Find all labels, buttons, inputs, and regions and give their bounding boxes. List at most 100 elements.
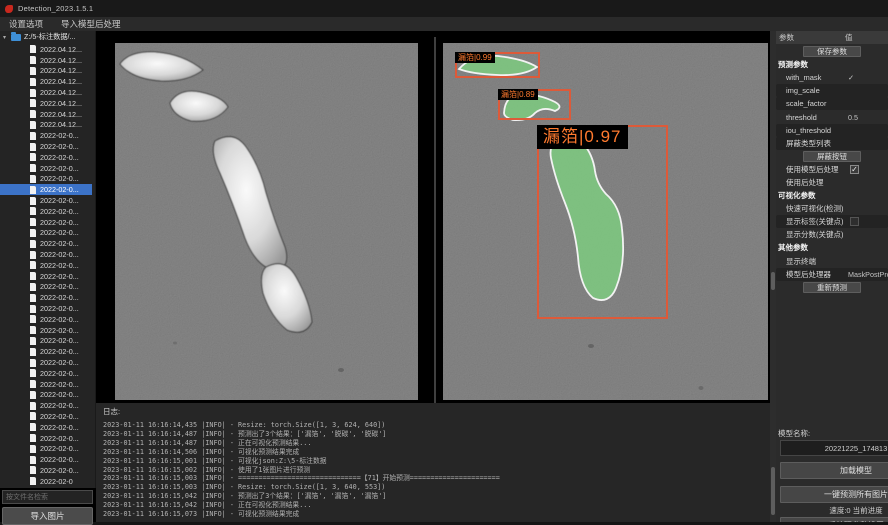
tree-item-file[interactable]: 2022-02-0... <box>0 433 92 444</box>
param-value[interactable]: MaskPostPro <box>848 270 888 279</box>
scrollbar-thumb[interactable] <box>771 467 775 515</box>
tree-item-file[interactable]: 2022-02-0... <box>0 260 92 271</box>
param-row[interactable]: iou_threshold <box>776 124 888 137</box>
tree-item-file[interactable]: 2022-02-0... <box>0 174 92 185</box>
param-row[interactable]: scale_factor <box>776 97 888 110</box>
param-row[interactable]: img_scale <box>776 84 888 97</box>
file-icon <box>30 456 36 464</box>
param-row[interactable]: 保存参数 <box>776 45 888 58</box>
param-value[interactable]: ✓ <box>848 73 854 82</box>
tree-item-file[interactable]: 2022-02-0... <box>0 336 92 347</box>
param-row[interactable]: 屏蔽类型列表 <box>776 137 888 150</box>
menu-item[interactable]: 设置选项 <box>0 17 52 31</box>
tree-item-file[interactable]: 2022-02-0... <box>0 228 92 239</box>
param-row[interactable]: 可视化参数 <box>776 189 888 202</box>
tree-item-file[interactable]: 2022.04.12... <box>0 109 92 120</box>
tree-item-file[interactable]: 2022-02-0... <box>0 303 92 314</box>
param-row[interactable]: 显示标签(关键点) <box>776 215 888 228</box>
tree-item-file[interactable]: 2022-02-0... <box>0 163 92 174</box>
tree-item-file[interactable]: 2022-02-0... <box>0 271 92 282</box>
param-row[interactable]: 重新预测 <box>776 281 888 294</box>
tree-item-file[interactable]: 2022-02-0... <box>0 206 92 217</box>
file-icon <box>30 240 36 248</box>
tree-item-file[interactable]: 2022-02-0... <box>0 217 92 228</box>
tree-item-file[interactable]: 2022-02-0... <box>0 292 92 303</box>
tree-item-label: 2022-02-0... <box>40 466 79 475</box>
tree-item-file[interactable]: 2022-02-0... <box>0 130 92 141</box>
tree-root-folder[interactable]: ▾ Z:/5-标注数据/... <box>0 31 95 43</box>
tree-item-file[interactable]: 2022-02-0... <box>0 184 92 195</box>
param-row[interactable]: 屏蔽按钮 <box>776 150 888 163</box>
model-name-field[interactable]: 20221225_174813 <box>780 440 888 456</box>
tree-item-label: 2022-02-0... <box>40 142 79 151</box>
original-image-pane[interactable] <box>115 43 418 400</box>
param-row[interactable]: 使用模型后处理 ✓ <box>776 163 888 176</box>
param-row[interactable]: 使用后处理 <box>776 176 888 189</box>
tree-item-file[interactable]: 2022-02-0... <box>0 390 92 401</box>
pane-splitter[interactable] <box>434 37 436 403</box>
import-images-button[interactable]: 导入图片 <box>2 507 93 525</box>
param-row[interactable]: threshold 0.5 <box>776 110 888 123</box>
param-value[interactable]: 0.5 <box>848 113 858 122</box>
tree-item-file[interactable]: 2022-02-0... <box>0 152 92 163</box>
tree-item-file[interactable]: 2022-02-0... <box>0 379 92 390</box>
tree-item-file[interactable]: 2022-02-0... <box>0 195 92 206</box>
menubar: 设置选项导入模型后处理 <box>0 17 888 31</box>
tree-item-file[interactable]: 2022-02-0... <box>0 346 92 357</box>
menu-item[interactable]: 导入模型后处理 <box>52 17 130 31</box>
param-row[interactable]: 快速可视化(检测) <box>776 202 888 215</box>
tree-item-file[interactable]: 2022-02-0... <box>0 314 92 325</box>
tree-item-label: 2022.04.12... <box>40 66 82 75</box>
detection-label: 漏箔|0.89 <box>498 89 538 100</box>
tree-item-file[interactable]: 2022-02-0... <box>0 400 92 411</box>
param-label: threshold <box>786 113 817 122</box>
tree-item-file[interactable]: 2022-02-0... <box>0 465 92 476</box>
expand-arrow-icon[interactable]: ▾ <box>3 34 11 41</box>
tree-item-file[interactable]: 2022-02-0... <box>0 249 92 260</box>
prediction-image-pane[interactable]: 漏箔|0.99 漏箔|0.89 漏箔|0.97 <box>443 43 768 400</box>
log-line: 2023-01-11 16:16:14,506 |INFO| - 可视化预测结果… <box>103 448 770 457</box>
search-input[interactable] <box>2 490 93 504</box>
tree-item-file[interactable]: 2022.04.12... <box>0 120 92 131</box>
load-model-button[interactable]: 加载模型 <box>780 462 888 479</box>
tree-item-file[interactable]: 2022-02-0... <box>0 357 92 368</box>
tree-item-file[interactable]: 2022-02-0... <box>0 368 92 379</box>
file-icon <box>30 272 36 280</box>
tree-item-file[interactable]: 2022.04.12... <box>0 76 92 87</box>
tree-item-label: 2022.04.12... <box>40 120 82 129</box>
tree-item-label: 2022-02-0... <box>40 164 79 173</box>
tree-item-file[interactable]: 2022-02-0... <box>0 238 92 249</box>
tree-item-file[interactable]: 2022-02-0... <box>0 325 92 336</box>
tree-item-file[interactable]: 2022-02-0... <box>0 443 92 454</box>
postprocess-settings-button[interactable]: 后处理参数设置 <box>780 517 888 522</box>
tree-item-file[interactable]: 2022-02-0... <box>0 422 92 433</box>
tree-item-label: 2022-02-0... <box>40 434 79 443</box>
predict-all-button[interactable]: 一键预测所有图片 <box>780 486 888 503</box>
param-row[interactable]: 模型后处理器 MaskPostPro <box>776 268 888 281</box>
file-icon <box>30 477 36 485</box>
param-row[interactable]: 显示终端 <box>776 255 888 268</box>
param-table-header: 参数 值 <box>776 31 888 44</box>
scrollbar-thumb[interactable] <box>771 272 775 290</box>
tree-item-file[interactable]: 2022.04.12... <box>0 66 92 77</box>
model-name-label: 模型名称: <box>778 428 810 439</box>
param-row[interactable]: 预测参数 <box>776 58 888 71</box>
tree-item-file[interactable]: 2022-02-0 <box>0 476 92 487</box>
tree-item-file[interactable]: 2022-02-0... <box>0 411 92 422</box>
param-row[interactable]: with_mask ✓ <box>776 71 888 84</box>
tree-item-file[interactable]: 2022-02-0... <box>0 141 92 152</box>
tree-item-file[interactable]: 2022-02-0... <box>0 282 92 293</box>
image-viewer-area: 漏箔|0.99 漏箔|0.89 漏箔|0.97 <box>96 31 770 403</box>
param-value[interactable] <box>850 217 859 226</box>
tree-item-file[interactable]: 2022.04.12... <box>0 98 92 109</box>
tree-item-file[interactable]: 2022.04.12... <box>0 44 92 55</box>
tree-item-file[interactable]: 2022-02-0... <box>0 454 92 465</box>
param-row[interactable]: 其他参数 <box>776 241 888 254</box>
param-value[interactable]: ✓ <box>850 165 859 174</box>
tree-item-file[interactable]: 2022.04.12... <box>0 87 92 98</box>
tree-item-file[interactable]: 2022.04.12... <box>0 55 92 66</box>
param-label: with_mask <box>786 73 821 82</box>
tree-item-label: 2022-02-0... <box>40 218 79 227</box>
file-icon <box>30 56 36 64</box>
param-row[interactable]: 显示分数(关键点) <box>776 228 888 241</box>
